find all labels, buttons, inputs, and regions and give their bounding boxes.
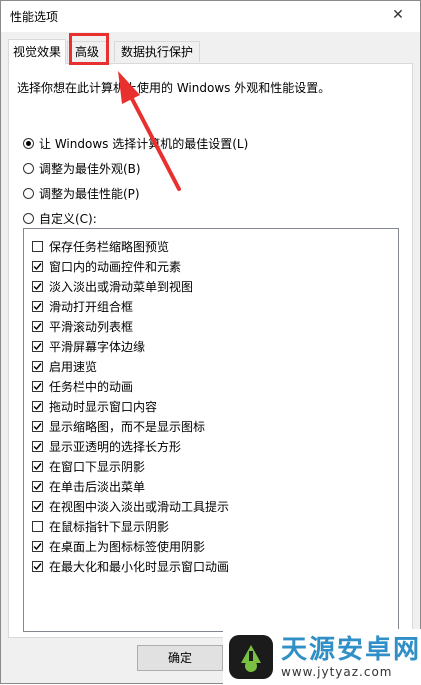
checkmark-icon xyxy=(33,442,42,450)
checkmark-icon xyxy=(33,262,42,270)
checkmark-icon xyxy=(33,362,42,370)
radio-best-appearance[interactable]: 调整为最佳外观(B) xyxy=(23,160,141,176)
option-label: 淡入淡出或滑动菜单到视图 xyxy=(49,279,194,294)
visual-effect-option[interactable]: 滑动打开组合框 xyxy=(32,298,133,314)
visual-effect-option[interactable]: 启用速览 xyxy=(32,358,97,374)
checkbox[interactable] xyxy=(32,320,43,332)
checkmark-icon xyxy=(33,562,42,570)
checkbox[interactable] xyxy=(32,420,43,432)
ok-button[interactable]: 确定 xyxy=(137,645,223,671)
watermark-logo-icon xyxy=(229,635,273,679)
title-bar[interactable]: 性能选项 ✕ xyxy=(1,1,420,32)
option-label: 拖动时显示窗口内容 xyxy=(49,399,158,414)
checkmark-icon xyxy=(33,422,42,430)
option-label: 平滑滚动列表框 xyxy=(49,319,134,334)
visual-effect-option[interactable]: 保存任务栏缩略图预览 xyxy=(32,238,169,254)
checkmark-icon xyxy=(33,482,42,490)
visual-effect-option[interactable]: 平滑屏幕字体边缘 xyxy=(32,338,145,354)
checkbox[interactable] xyxy=(32,280,43,292)
checkbox[interactable] xyxy=(32,560,43,572)
tab-data-execution-prevention[interactable]: 数据执行保护 xyxy=(114,41,200,62)
radio-indicator xyxy=(23,212,34,224)
visual-effect-option[interactable]: 淡入淡出或滑动菜单到视图 xyxy=(32,278,193,294)
visual-effect-option[interactable]: 在桌面上为图标标签使用阴影 xyxy=(32,538,205,554)
radio-indicator xyxy=(23,187,34,199)
checkbox[interactable] xyxy=(32,340,43,352)
checkbox[interactable] xyxy=(32,460,43,472)
radio-let-windows-choose[interactable]: 让 Windows 选择计算机的最佳设置(L) xyxy=(23,135,248,151)
visual-effect-option[interactable]: 任务栏中的动画 xyxy=(32,378,133,394)
visual-effect-option[interactable]: 在单击后淡出菜单 xyxy=(32,478,145,494)
visual-effect-option[interactable]: 平滑滚动列表框 xyxy=(32,318,133,334)
radio-best-performance[interactable]: 调整为最佳性能(P) xyxy=(23,185,140,201)
radio-custom[interactable]: 自定义(C): xyxy=(23,210,97,226)
close-button[interactable]: ✕ xyxy=(376,1,420,29)
option-label: 保存任务栏缩略图预览 xyxy=(49,239,170,254)
checkbox[interactable] xyxy=(32,500,43,512)
performance-options-dialog: 性能选项 ✕ 视觉效果 高级 数据执行保护 选择你想在此计算机上使用的 Wind… xyxy=(0,0,421,685)
window-title: 性能选项 xyxy=(10,10,59,24)
visual-effect-option[interactable]: 显示缩略图，而不是显示图标 xyxy=(32,418,205,434)
tab-advanced[interactable]: 高级 xyxy=(67,41,107,62)
option-label: 在单击后淡出菜单 xyxy=(49,479,146,494)
checkbox[interactable] xyxy=(32,480,43,492)
radio-indicator xyxy=(23,162,34,174)
visual-effect-option[interactable]: 窗口内的动画控件和元素 xyxy=(32,258,181,274)
option-label: 任务栏中的动画 xyxy=(49,379,134,394)
checkmark-icon xyxy=(33,402,42,410)
checkbox[interactable] xyxy=(32,360,43,372)
checkmark-icon xyxy=(33,302,42,310)
option-label: 窗口内的动画控件和元素 xyxy=(49,259,182,274)
checkbox[interactable] xyxy=(32,380,43,392)
close-icon: ✕ xyxy=(392,7,404,23)
checkmark-icon xyxy=(33,462,42,470)
radio-label: 调整为最佳外观(B) xyxy=(39,161,141,176)
checkbox[interactable] xyxy=(32,260,43,272)
checkmark-icon xyxy=(33,342,42,350)
visual-effect-option[interactable]: 在窗口下显示阴影 xyxy=(32,458,145,474)
checkmark-icon xyxy=(33,502,42,510)
checkbox[interactable] xyxy=(32,300,43,312)
option-label: 在桌面上为图标标签使用阴影 xyxy=(49,539,206,554)
option-label: 显示亚透明的选择长方形 xyxy=(49,439,182,454)
visual-effect-option[interactable]: 在视图中淡入淡出或滑动工具提示 xyxy=(32,498,229,514)
checkbox[interactable] xyxy=(32,240,43,252)
radio-label: 自定义(C): xyxy=(39,211,97,226)
option-label: 显示缩略图，而不是显示图标 xyxy=(49,419,206,434)
checkmark-icon xyxy=(33,282,42,290)
radio-label: 调整为最佳性能(P) xyxy=(39,186,140,201)
visual-effect-option[interactable]: 显示亚透明的选择长方形 xyxy=(32,438,181,454)
checkmark-icon xyxy=(33,322,42,330)
option-label: 在窗口下显示阴影 xyxy=(49,459,146,474)
checkmark-icon xyxy=(33,382,42,390)
checkbox[interactable] xyxy=(32,540,43,552)
visual-effect-option[interactable]: 在鼠标指针下显示阴影 xyxy=(32,518,169,534)
watermark-title: 天源安卓网 xyxy=(281,635,421,665)
radio-label: 让 Windows 选择计算机的最佳设置(L) xyxy=(39,136,249,151)
tab-visual-effects[interactable]: 视觉效果 xyxy=(8,39,66,64)
option-label: 在视图中淡入淡出或滑动工具提示 xyxy=(49,499,230,514)
watermark-url: www.jytyaz.com xyxy=(281,665,393,679)
checkbox[interactable] xyxy=(32,520,43,532)
visual-effects-description: 选择你想在此计算机上使用的 Windows 外观和性能设置。 xyxy=(17,81,331,95)
checkmark-icon xyxy=(33,542,42,550)
visual-effect-option[interactable]: 在最大化和最小化时显示窗口动画 xyxy=(32,558,229,574)
option-label: 在鼠标指针下显示阴影 xyxy=(49,519,170,534)
visual-effect-option[interactable]: 拖动时显示窗口内容 xyxy=(32,398,157,414)
checkbox[interactable] xyxy=(32,440,43,452)
checkbox[interactable] xyxy=(32,400,43,412)
option-label: 在最大化和最小化时显示窗口动画 xyxy=(49,559,230,574)
option-label: 滑动打开组合框 xyxy=(49,299,134,314)
radio-indicator xyxy=(23,137,34,149)
option-label: 启用速览 xyxy=(49,359,98,374)
option-label: 平滑屏幕字体边缘 xyxy=(49,339,146,354)
visual-effects-list[interactable]: 保存任务栏缩略图预览 窗口内的动画控件和元素 淡入淡出或滑动菜单到视图 滑动打开组合框… xyxy=(23,228,399,632)
watermark: 天源安卓网 www.jytyaz.com xyxy=(223,629,421,685)
